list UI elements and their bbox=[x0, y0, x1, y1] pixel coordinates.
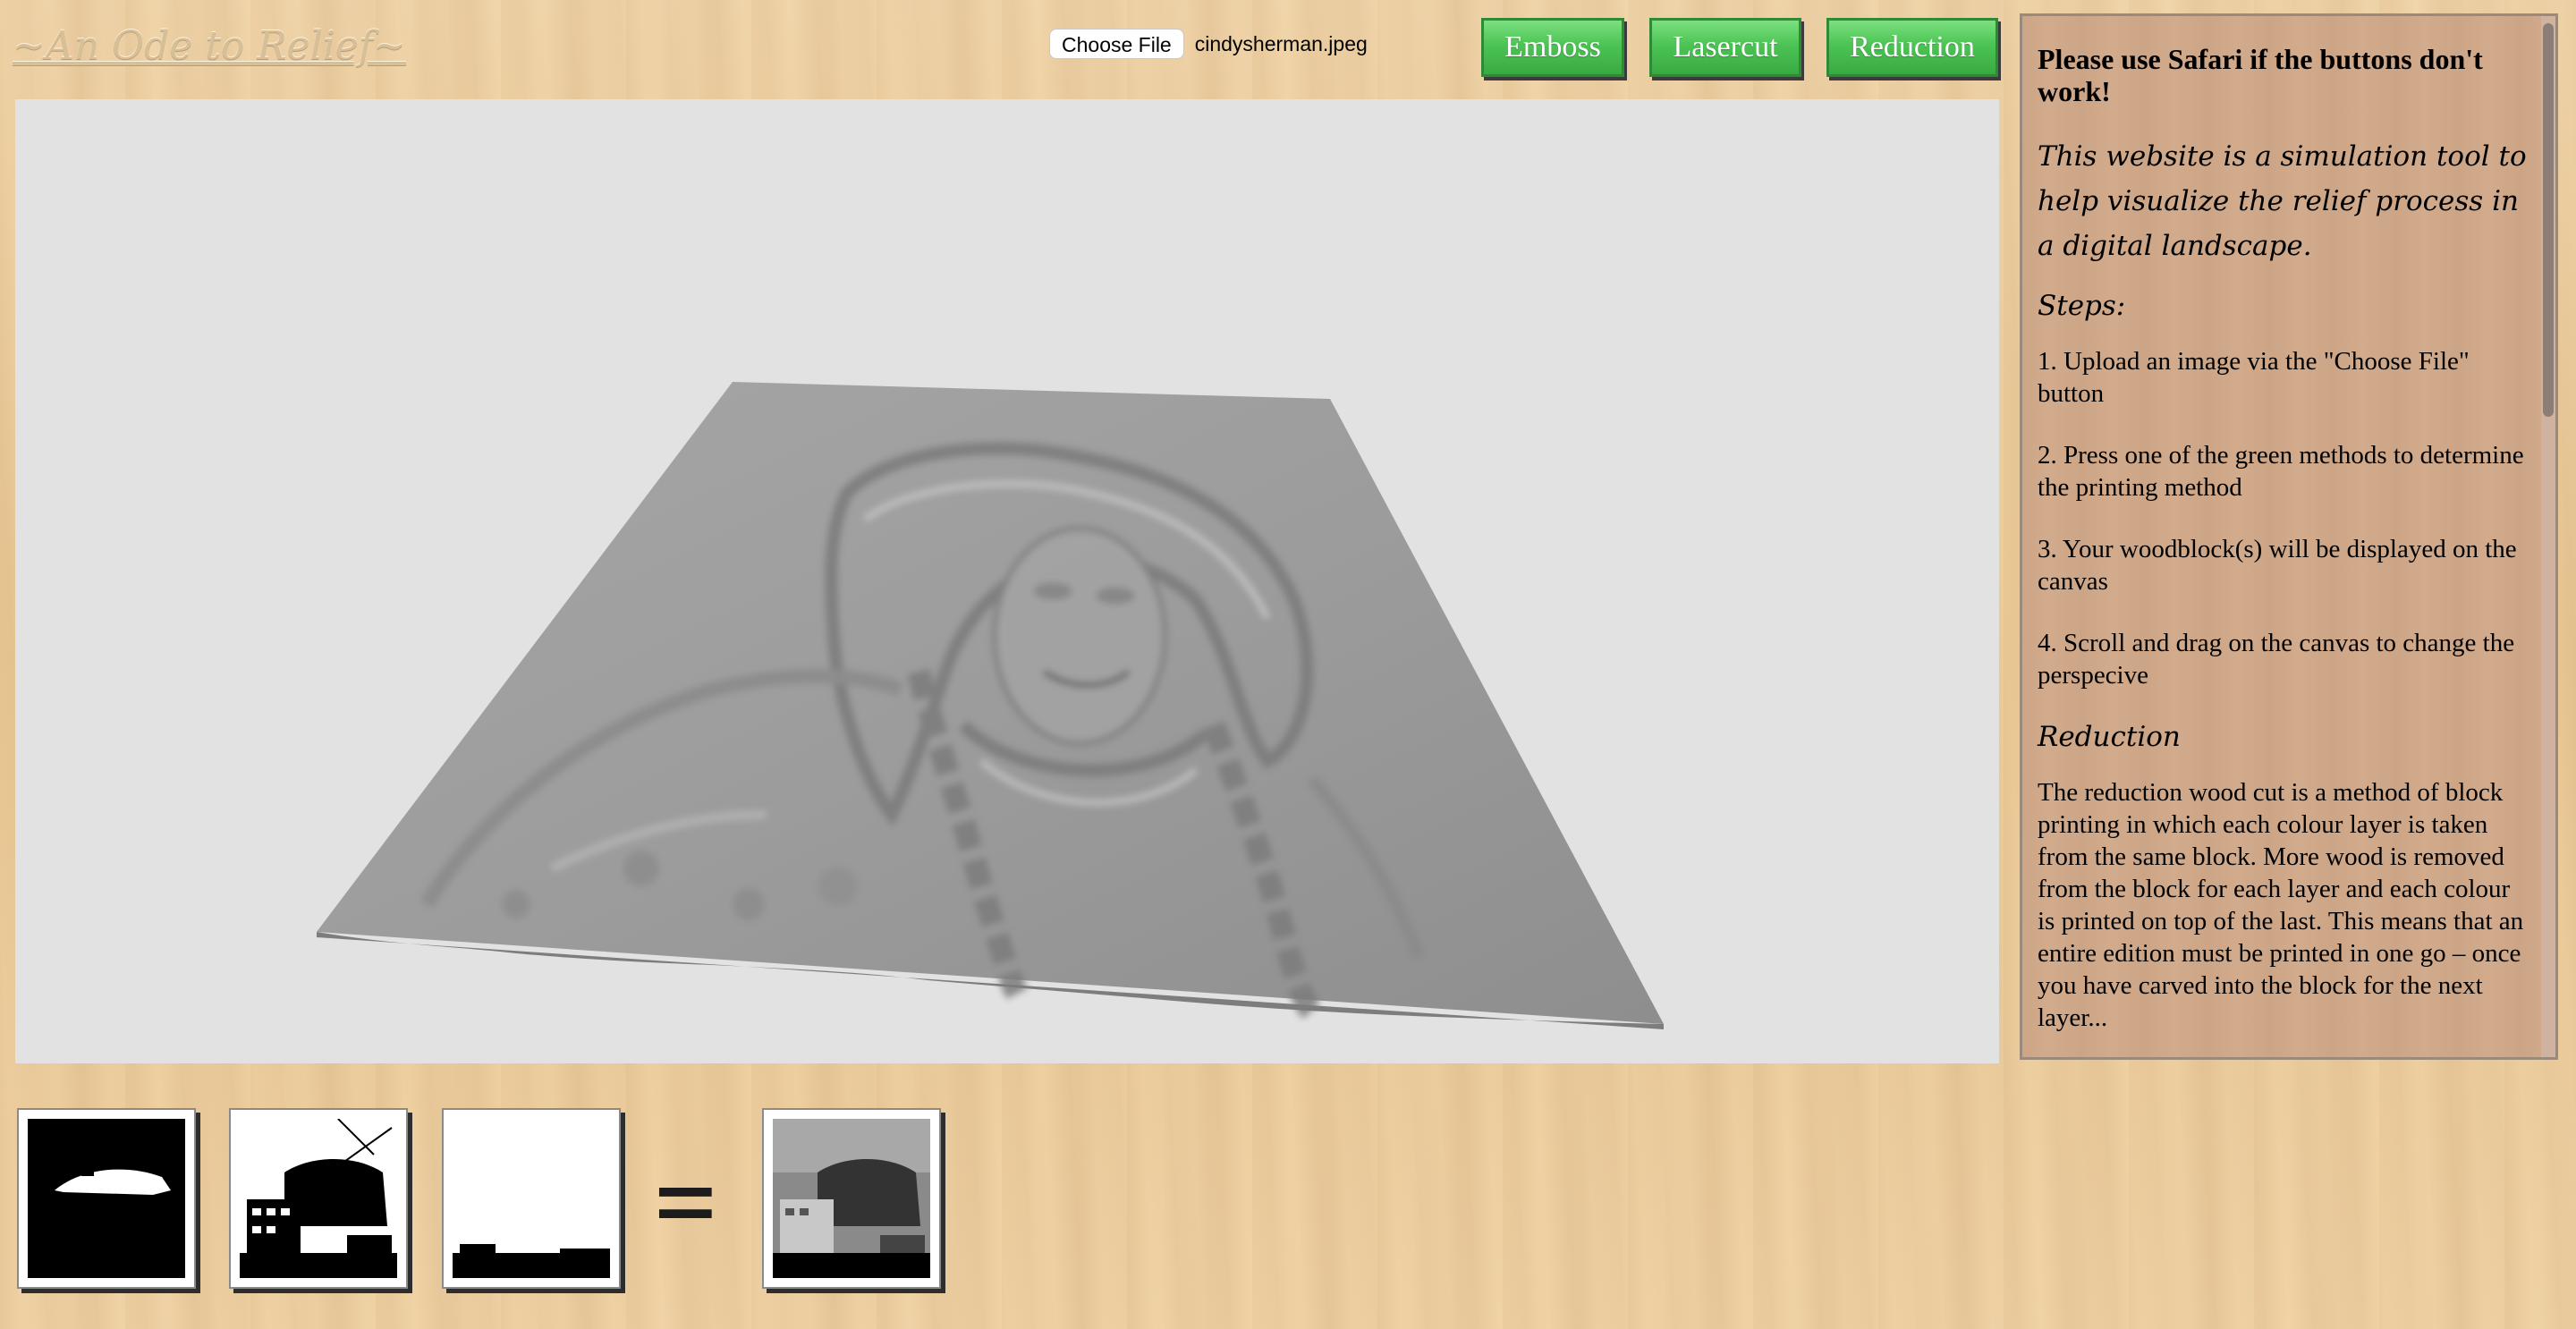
woodblock-render bbox=[317, 382, 1664, 1029]
lasercut-button[interactable]: Lasercut bbox=[1649, 18, 1801, 77]
layer-3-image bbox=[453, 1119, 610, 1278]
file-picker: Choose File cindysherman.jpeg bbox=[1049, 29, 1368, 59]
woodblock-surface bbox=[317, 382, 1664, 1024]
intro-text: This website is a simulation tool to hel… bbox=[2038, 140, 2527, 262]
selected-file-name: cindysherman.jpeg bbox=[1194, 31, 1368, 55]
layer-thumbnail-3[interactable] bbox=[442, 1108, 621, 1289]
step-item: 4. Scroll and drag on the canvas to chan… bbox=[2038, 629, 2515, 690]
layer-thumbnail-1[interactable] bbox=[17, 1108, 196, 1289]
step-item: 1. Upload an image via the "Choose File"… bbox=[2038, 347, 2470, 408]
choose-file-button[interactable]: Choose File bbox=[1049, 29, 1184, 59]
info-scrollbar-thumb[interactable] bbox=[2543, 23, 2554, 417]
step-item: 3. Your woodblock(s) will be displayed o… bbox=[2038, 535, 2517, 596]
layer-1-image bbox=[28, 1119, 185, 1278]
section-description: The reduction wood cut is a method of bl… bbox=[2038, 778, 2524, 1032]
render-canvas[interactable] bbox=[15, 99, 1999, 1063]
emboss-button[interactable]: Emboss bbox=[1481, 18, 1624, 77]
info-panel[interactable]: Please use Safari if the buttons don't w… bbox=[2020, 13, 2558, 1060]
safari-warning: Please use Safari if the buttons don't w… bbox=[2038, 43, 2483, 107]
result-image bbox=[773, 1119, 930, 1278]
steps-heading: Steps: bbox=[2038, 290, 2126, 322]
result-thumbnail[interactable] bbox=[762, 1108, 941, 1289]
equals-sign: = bbox=[655, 1158, 716, 1248]
layer-2-image bbox=[240, 1119, 397, 1278]
step-item: 2. Press one of the green methods to det… bbox=[2038, 441, 2524, 502]
section-heading: Reduction bbox=[2038, 721, 2181, 753]
site-logo[interactable]: ~An Ode to Relief~ bbox=[13, 23, 406, 69]
info-scrollbar[interactable] bbox=[2541, 16, 2555, 1057]
layer-thumbnail-2[interactable] bbox=[229, 1108, 408, 1289]
reduction-button[interactable]: Reduction bbox=[1826, 18, 1998, 77]
